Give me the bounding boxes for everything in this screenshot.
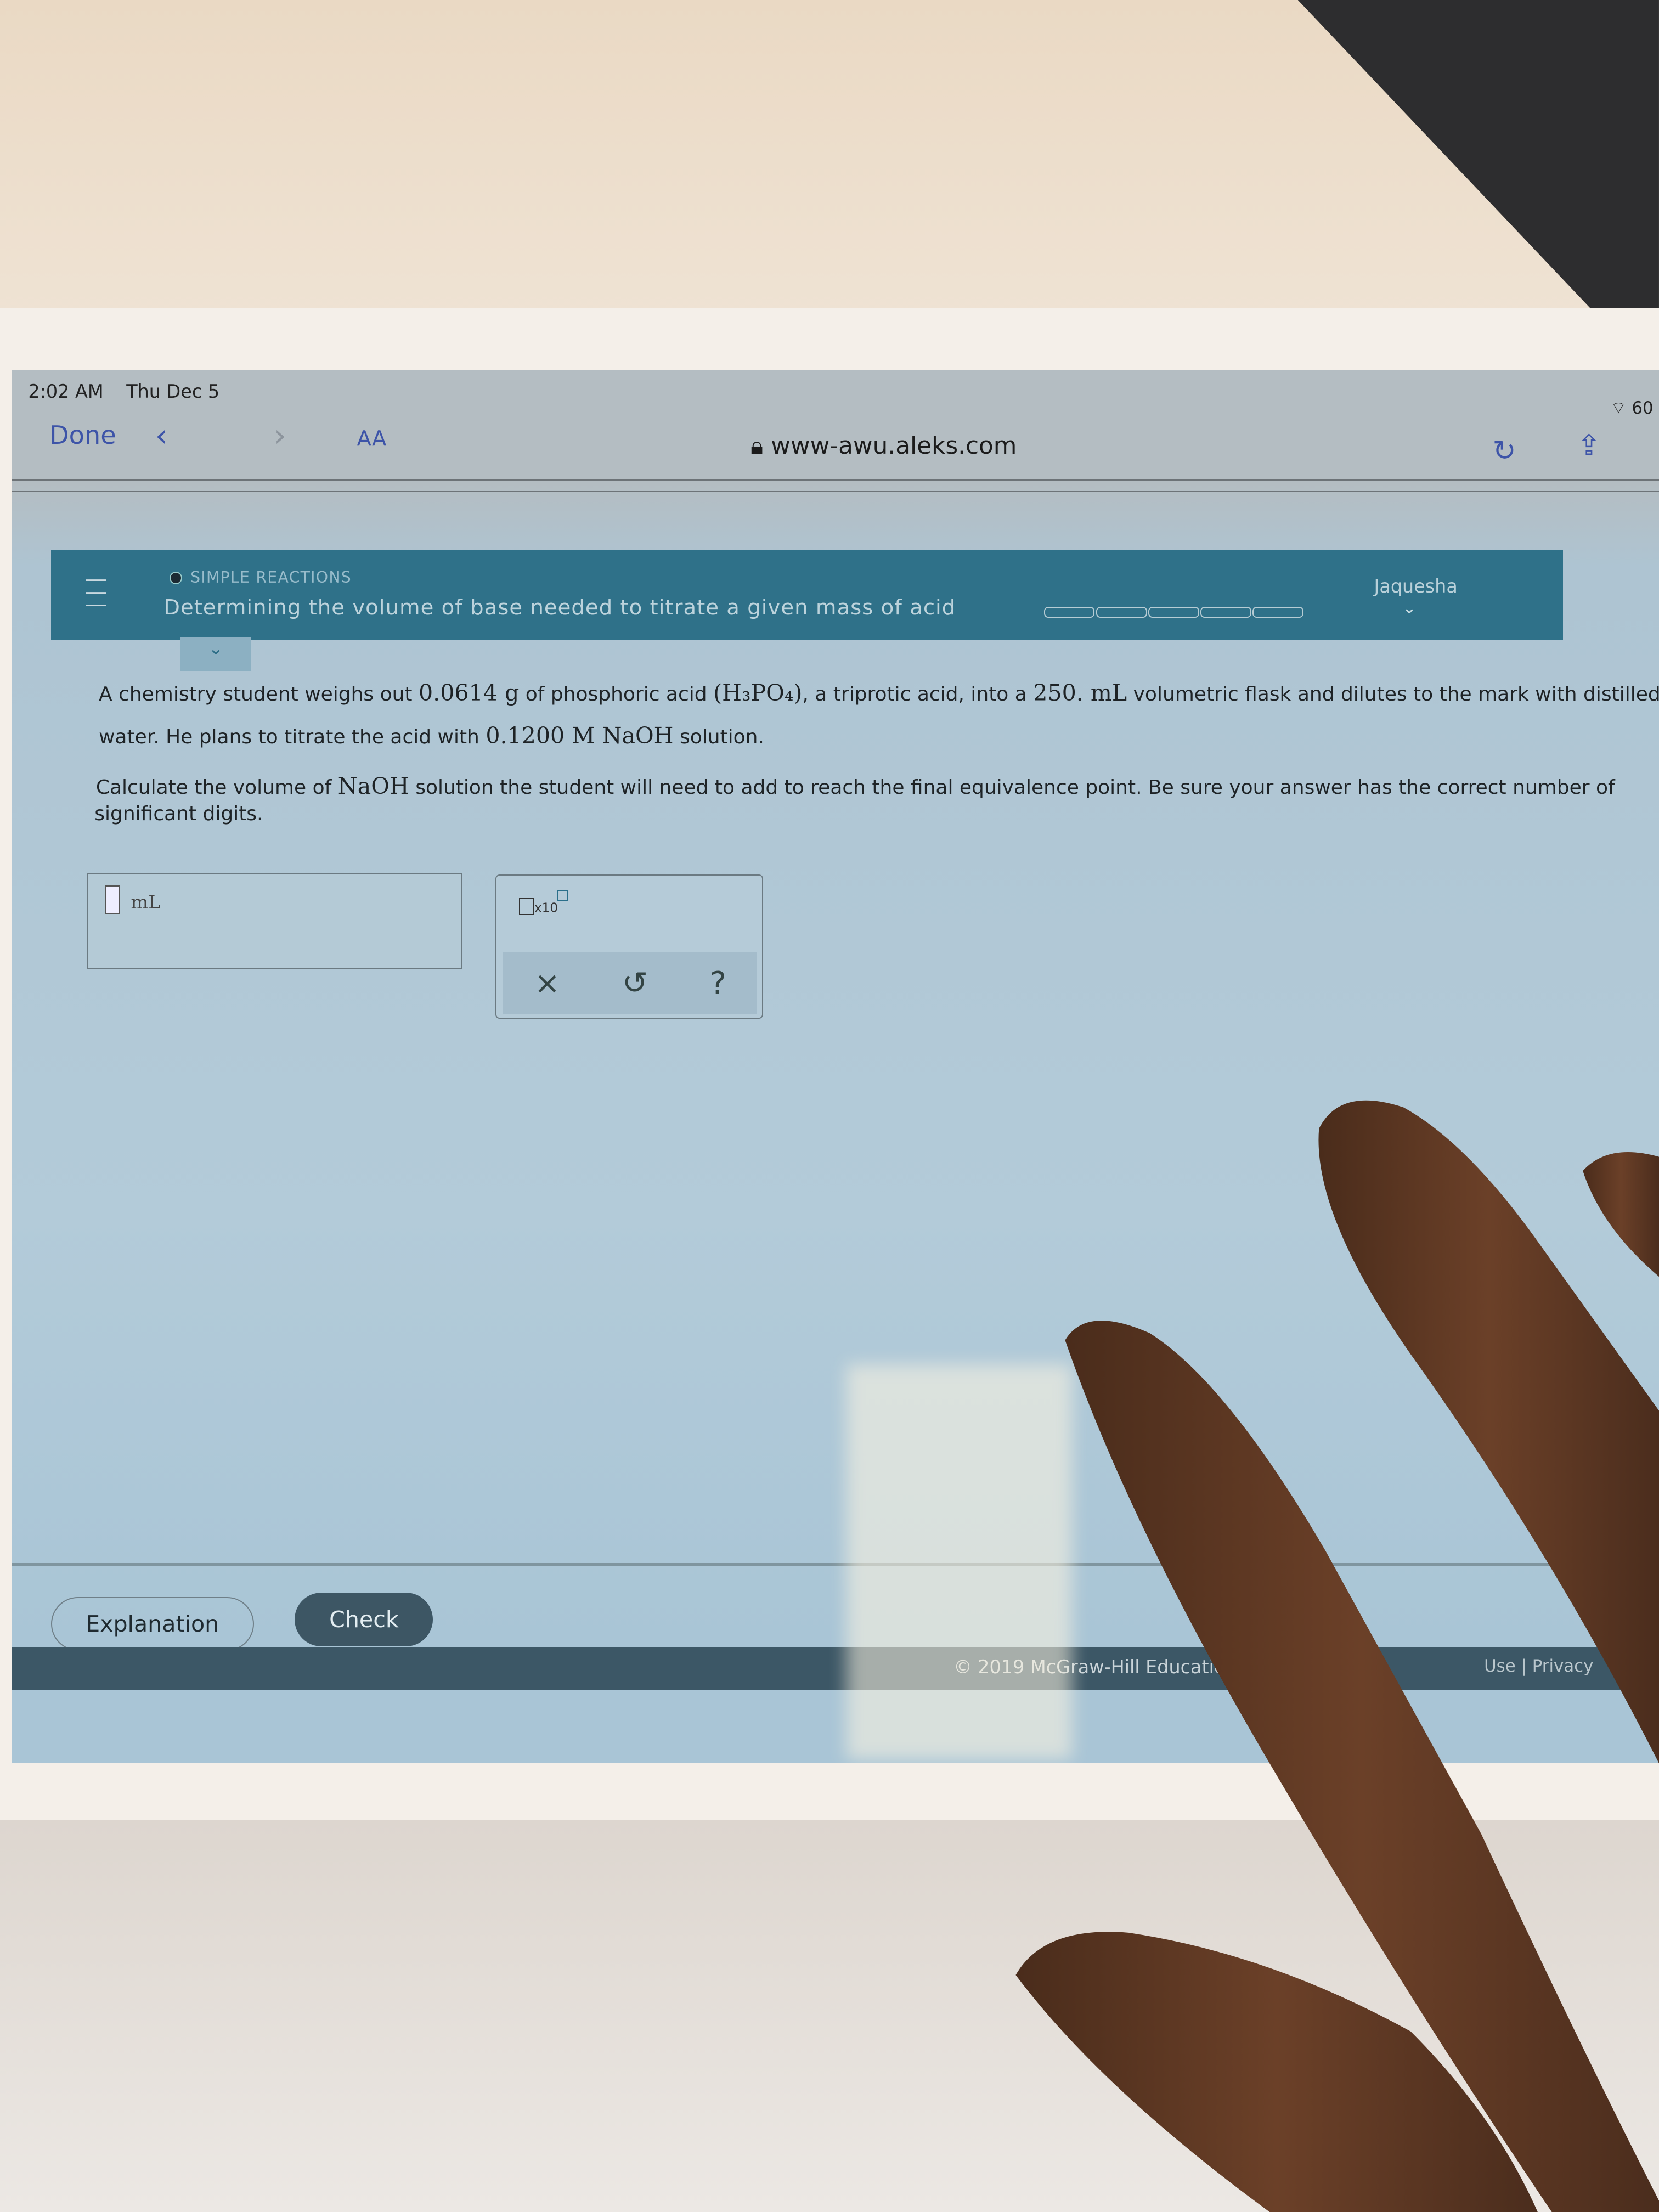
address-bar[interactable]: 🔒︎ www-awu.aleks.com — [751, 432, 1017, 460]
page-title: Determining the volume of base needed to… — [163, 595, 956, 620]
tablet-screen: 2:02 AM Thu Dec 5 ⌔ 60 Done ‹ › AA 🔒︎ ww… — [11, 369, 1659, 1764]
back-icon[interactable]: ‹ — [155, 417, 168, 454]
lock-icon: 🔒︎ — [750, 431, 771, 460]
answer-cursor[interactable] — [105, 885, 120, 914]
question-line-2: water. He plans to titrate the acid with… — [98, 722, 764, 749]
forward-icon[interactable]: › — [274, 417, 286, 454]
undo-icon[interactable]: ↺ — [622, 965, 648, 1001]
answer-input[interactable]: mL — [87, 873, 463, 969]
topic-header: — — — SIMPLE REACTIONS Determining the vol… — [50, 550, 1564, 641]
done-button[interactable]: Done — [49, 420, 116, 450]
user-name[interactable]: Jaquesha — [1374, 575, 1458, 597]
check-button[interactable]: Check — [295, 1593, 433, 1646]
clear-icon[interactable]: × — [534, 965, 560, 1001]
footer: © 2019 McGraw-Hill Education. A Use | Pr… — [11, 1647, 1659, 1690]
status-date: Thu Dec 5 — [126, 381, 220, 403]
photo: 2:02 AM Thu Dec 5 ⌔ 60 Done ‹ › AA 🔒︎ ww… — [0, 0, 1659, 2212]
question-line-1: A chemistry student weighs out 0.0614 g … — [98, 680, 1659, 707]
collapse-tab[interactable]: ⌄ — [180, 637, 251, 672]
url-text: www-awu.aleks.com — [771, 431, 1017, 460]
table-surface-bottom — [0, 1820, 1659, 2212]
battery-level: 60 — [1632, 398, 1654, 419]
menu-icon[interactable]: — — — — [84, 567, 107, 616]
footer-links[interactable]: Use | Privacy — [1484, 1656, 1593, 1676]
topic-label: SIMPLE REACTIONS — [169, 568, 352, 587]
divider — [11, 479, 1659, 481]
scientific-notation-button[interactable]: x10 — [518, 889, 568, 916]
share-icon[interactable]: ⇪ — [1577, 429, 1601, 462]
question-line-3: Calculate the volume of NaOH solution th… — [95, 773, 1615, 800]
text-size-button[interactable]: AA — [357, 426, 387, 451]
chevron-down-icon[interactable]: ⌄ — [1402, 598, 1417, 618]
help-icon[interactable]: ? — [710, 965, 726, 1001]
wifi-icon: ⌔ 60 — [1610, 398, 1654, 419]
status-bar: 2:02 AM Thu Dec 5 — [28, 381, 236, 402]
chevron-down-icon: ⌄ — [208, 637, 224, 659]
progress-bar — [1043, 606, 1305, 618]
explanation-button[interactable]: Explanation — [50, 1596, 254, 1651]
question-line-4: significant digits. — [94, 803, 263, 826]
topic-status-icon — [169, 571, 182, 584]
reload-icon[interactable]: ↻ — [1493, 435, 1516, 467]
divider — [11, 490, 1659, 493]
answer-unit: mL — [131, 891, 161, 913]
divider — [11, 1563, 1659, 1566]
math-toolbox: x10 × ↺ ? — [495, 874, 764, 1019]
status-time: 2:02 AM — [28, 381, 104, 403]
browser-toolbar: Done ‹ › AA 🔒︎ www-awu.aleks.com ↻ ⇪ — [12, 417, 1659, 477]
light-glare — [846, 1364, 1073, 1759]
topic-text: SIMPLE REACTIONS — [190, 568, 352, 587]
